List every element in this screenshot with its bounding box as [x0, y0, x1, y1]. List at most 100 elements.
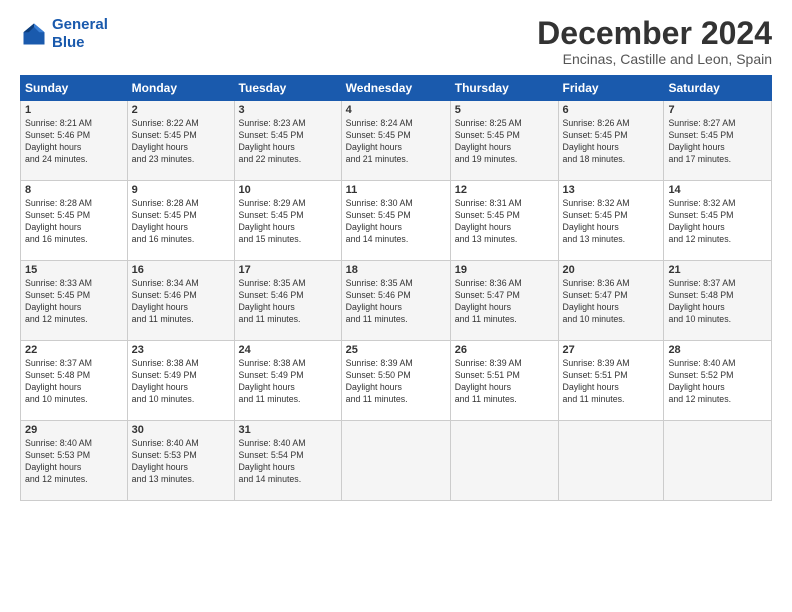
- cell-info: Sunrise: 8:21 AMSunset: 5:46 PMDaylight …: [25, 118, 92, 164]
- day-number: 21: [668, 264, 767, 276]
- calendar-cell: 24 Sunrise: 8:38 AMSunset: 5:49 PMDaylig…: [234, 341, 341, 421]
- logo-text: General Blue: [52, 16, 108, 52]
- day-number: 19: [455, 264, 554, 276]
- day-number: 3: [239, 104, 337, 116]
- calendar-cell: [664, 421, 772, 501]
- calendar-cell: 11 Sunrise: 8:30 AMSunset: 5:45 PMDaylig…: [341, 181, 450, 261]
- day-number: 30: [132, 424, 230, 436]
- day-number: 29: [25, 424, 123, 436]
- calendar-cell: 15 Sunrise: 8:33 AMSunset: 5:45 PMDaylig…: [21, 261, 128, 341]
- title-block: December 2024 Encinas, Castille and Leon…: [537, 16, 772, 67]
- cell-info: Sunrise: 8:25 AMSunset: 5:45 PMDaylight …: [455, 118, 522, 164]
- col-sunday: Sunday: [21, 76, 128, 101]
- cell-info: Sunrise: 8:30 AMSunset: 5:45 PMDaylight …: [346, 198, 413, 244]
- day-number: 22: [25, 344, 123, 356]
- day-number: 4: [346, 104, 446, 116]
- cell-info: Sunrise: 8:36 AMSunset: 5:47 PMDaylight …: [563, 278, 630, 324]
- calendar-cell: 31 Sunrise: 8:40 AMSunset: 5:54 PMDaylig…: [234, 421, 341, 501]
- cell-info: Sunrise: 8:22 AMSunset: 5:45 PMDaylight …: [132, 118, 199, 164]
- cell-info: Sunrise: 8:24 AMSunset: 5:45 PMDaylight …: [346, 118, 413, 164]
- calendar-cell: 8 Sunrise: 8:28 AMSunset: 5:45 PMDayligh…: [21, 181, 128, 261]
- logo-general: General: [52, 16, 108, 33]
- day-number: 2: [132, 104, 230, 116]
- calendar-cell: 21 Sunrise: 8:37 AMSunset: 5:48 PMDaylig…: [664, 261, 772, 341]
- calendar-cell: 22 Sunrise: 8:37 AMSunset: 5:48 PMDaylig…: [21, 341, 128, 421]
- calendar-week-row: 22 Sunrise: 8:37 AMSunset: 5:48 PMDaylig…: [21, 341, 772, 421]
- calendar-cell: 30 Sunrise: 8:40 AMSunset: 5:53 PMDaylig…: [127, 421, 234, 501]
- page: General Blue December 2024 Encinas, Cast…: [0, 0, 792, 612]
- cell-info: Sunrise: 8:40 AMSunset: 5:54 PMDaylight …: [239, 438, 306, 484]
- cell-info: Sunrise: 8:27 AMSunset: 5:45 PMDaylight …: [668, 118, 735, 164]
- calendar-week-row: 15 Sunrise: 8:33 AMSunset: 5:45 PMDaylig…: [21, 261, 772, 341]
- cell-info: Sunrise: 8:23 AMSunset: 5:45 PMDaylight …: [239, 118, 306, 164]
- col-thursday: Thursday: [450, 76, 558, 101]
- calendar-cell: 7 Sunrise: 8:27 AMSunset: 5:45 PMDayligh…: [664, 101, 772, 181]
- logo-icon: [20, 20, 48, 48]
- cell-info: Sunrise: 8:36 AMSunset: 5:47 PMDaylight …: [455, 278, 522, 324]
- day-number: 8: [25, 184, 123, 196]
- cell-info: Sunrise: 8:38 AMSunset: 5:49 PMDaylight …: [132, 358, 199, 404]
- day-number: 10: [239, 184, 337, 196]
- cell-info: Sunrise: 8:38 AMSunset: 5:49 PMDaylight …: [239, 358, 306, 404]
- day-number: 26: [455, 344, 554, 356]
- calendar-cell: [450, 421, 558, 501]
- cell-info: Sunrise: 8:39 AMSunset: 5:51 PMDaylight …: [455, 358, 522, 404]
- calendar-cell: 18 Sunrise: 8:35 AMSunset: 5:46 PMDaylig…: [341, 261, 450, 341]
- header: General Blue December 2024 Encinas, Cast…: [20, 16, 772, 67]
- calendar-week-row: 29 Sunrise: 8:40 AMSunset: 5:53 PMDaylig…: [21, 421, 772, 501]
- cell-info: Sunrise: 8:35 AMSunset: 5:46 PMDaylight …: [346, 278, 413, 324]
- cell-info: Sunrise: 8:28 AMSunset: 5:45 PMDaylight …: [132, 198, 199, 244]
- col-tuesday: Tuesday: [234, 76, 341, 101]
- cell-info: Sunrise: 8:31 AMSunset: 5:45 PMDaylight …: [455, 198, 522, 244]
- day-number: 1: [25, 104, 123, 116]
- calendar-cell: 20 Sunrise: 8:36 AMSunset: 5:47 PMDaylig…: [558, 261, 664, 341]
- day-number: 13: [563, 184, 660, 196]
- cell-info: Sunrise: 8:40 AMSunset: 5:53 PMDaylight …: [25, 438, 92, 484]
- calendar-cell: 12 Sunrise: 8:31 AMSunset: 5:45 PMDaylig…: [450, 181, 558, 261]
- calendar-cell: 13 Sunrise: 8:32 AMSunset: 5:45 PMDaylig…: [558, 181, 664, 261]
- cell-info: Sunrise: 8:34 AMSunset: 5:46 PMDaylight …: [132, 278, 199, 324]
- day-number: 18: [346, 264, 446, 276]
- calendar-week-row: 1 Sunrise: 8:21 AMSunset: 5:46 PMDayligh…: [21, 101, 772, 181]
- calendar-cell: 19 Sunrise: 8:36 AMSunset: 5:47 PMDaylig…: [450, 261, 558, 341]
- col-saturday: Saturday: [664, 76, 772, 101]
- day-number: 15: [25, 264, 123, 276]
- calendar-cell: 4 Sunrise: 8:24 AMSunset: 5:45 PMDayligh…: [341, 101, 450, 181]
- day-number: 25: [346, 344, 446, 356]
- calendar-cell: 14 Sunrise: 8:32 AMSunset: 5:45 PMDaylig…: [664, 181, 772, 261]
- cell-info: Sunrise: 8:40 AMSunset: 5:52 PMDaylight …: [668, 358, 735, 404]
- day-number: 28: [668, 344, 767, 356]
- day-number: 16: [132, 264, 230, 276]
- main-title: December 2024: [537, 16, 772, 51]
- calendar-cell: 5 Sunrise: 8:25 AMSunset: 5:45 PMDayligh…: [450, 101, 558, 181]
- cell-info: Sunrise: 8:35 AMSunset: 5:46 PMDaylight …: [239, 278, 306, 324]
- day-number: 20: [563, 264, 660, 276]
- col-friday: Friday: [558, 76, 664, 101]
- calendar-cell: 29 Sunrise: 8:40 AMSunset: 5:53 PMDaylig…: [21, 421, 128, 501]
- cell-info: Sunrise: 8:40 AMSunset: 5:53 PMDaylight …: [132, 438, 199, 484]
- day-number: 5: [455, 104, 554, 116]
- calendar-header-row: Sunday Monday Tuesday Wednesday Thursday…: [21, 76, 772, 101]
- logo: General Blue: [20, 16, 108, 52]
- calendar-cell: 3 Sunrise: 8:23 AMSunset: 5:45 PMDayligh…: [234, 101, 341, 181]
- calendar-cell: 6 Sunrise: 8:26 AMSunset: 5:45 PMDayligh…: [558, 101, 664, 181]
- calendar-cell: 27 Sunrise: 8:39 AMSunset: 5:51 PMDaylig…: [558, 341, 664, 421]
- cell-info: Sunrise: 8:39 AMSunset: 5:50 PMDaylight …: [346, 358, 413, 404]
- day-number: 6: [563, 104, 660, 116]
- day-number: 17: [239, 264, 337, 276]
- day-number: 14: [668, 184, 767, 196]
- calendar-cell: 17 Sunrise: 8:35 AMSunset: 5:46 PMDaylig…: [234, 261, 341, 341]
- calendar-cell: 26 Sunrise: 8:39 AMSunset: 5:51 PMDaylig…: [450, 341, 558, 421]
- calendar-cell: 9 Sunrise: 8:28 AMSunset: 5:45 PMDayligh…: [127, 181, 234, 261]
- day-number: 31: [239, 424, 337, 436]
- day-number: 24: [239, 344, 337, 356]
- cell-info: Sunrise: 8:26 AMSunset: 5:45 PMDaylight …: [563, 118, 630, 164]
- day-number: 7: [668, 104, 767, 116]
- col-monday: Monday: [127, 76, 234, 101]
- subtitle: Encinas, Castille and Leon, Spain: [537, 51, 772, 67]
- cell-info: Sunrise: 8:37 AMSunset: 5:48 PMDaylight …: [25, 358, 92, 404]
- cell-info: Sunrise: 8:39 AMSunset: 5:51 PMDaylight …: [563, 358, 630, 404]
- calendar-cell: 23 Sunrise: 8:38 AMSunset: 5:49 PMDaylig…: [127, 341, 234, 421]
- calendar-cell: 2 Sunrise: 8:22 AMSunset: 5:45 PMDayligh…: [127, 101, 234, 181]
- calendar-cell: 1 Sunrise: 8:21 AMSunset: 5:46 PMDayligh…: [21, 101, 128, 181]
